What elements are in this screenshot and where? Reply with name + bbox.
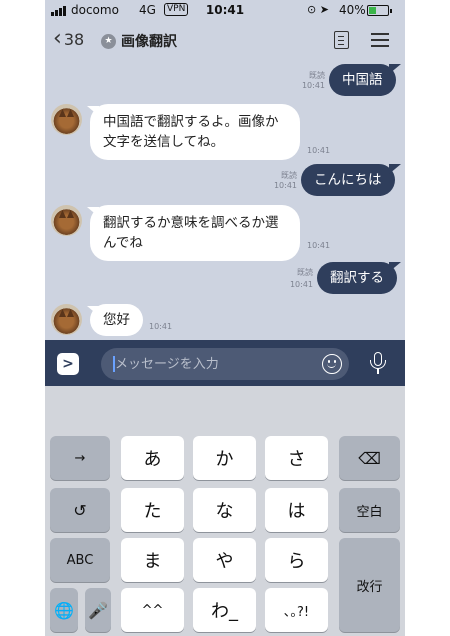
key-ma[interactable]: ま [121, 538, 184, 582]
bubble-tail [389, 64, 401, 74]
key-ya[interactable]: や [193, 538, 256, 582]
delete-icon[interactable]: ⌫ [339, 436, 400, 480]
message-bubble[interactable]: 中国語 [329, 64, 396, 96]
space-key[interactable]: 空白 [339, 488, 400, 532]
message-time: 10:41 [301, 81, 325, 90]
text-caret [113, 356, 115, 372]
battery-percent: 40% [339, 3, 366, 17]
next-candidate-key[interactable]: → [50, 436, 110, 480]
message-bubble[interactable]: 您好 [90, 304, 143, 336]
menu-icon[interactable] [371, 33, 389, 47]
message-bubble[interactable]: 翻訳するか意味を調べるか選 んでね [90, 205, 300, 261]
bubble-tail [389, 164, 401, 174]
location-icon: ⊙ ➤ [307, 3, 329, 16]
message-line: んでね [103, 235, 143, 251]
note-icon[interactable] [334, 31, 349, 49]
message-line: 翻訳するか意味を調べるか選 [103, 215, 279, 231]
key-ta[interactable]: た [121, 488, 184, 532]
message-time: 10:41 [273, 181, 297, 190]
message-bubble[interactable]: 中国語で翻訳するよ。画像か 文字を送信してね。 [90, 104, 300, 160]
key-sa[interactable]: さ [265, 436, 328, 480]
chat-title-group: ★ 画像翻訳 [101, 31, 177, 51]
message-time: 10:41 [307, 146, 331, 155]
read-receipt: 既読 [297, 268, 313, 277]
message-time: 10:41 [149, 322, 173, 331]
message-input[interactable] [101, 348, 349, 380]
avatar[interactable] [51, 205, 82, 236]
abc-key[interactable]: ABC [50, 538, 110, 582]
message-time: 10:41 [289, 280, 313, 289]
globe-icon[interactable]: 🌐 [50, 588, 78, 632]
message-bubble[interactable]: 翻訳する [317, 262, 397, 294]
key-a[interactable]: あ [121, 436, 184, 480]
message-line: 中国語で翻訳するよ。画像か [103, 114, 279, 130]
key-na[interactable]: な [193, 488, 256, 532]
undo-icon[interactable]: ↺ [50, 488, 110, 532]
read-receipt: 既読 [309, 71, 325, 80]
return-key[interactable]: 改行 [339, 538, 400, 632]
avatar[interactable] [51, 304, 82, 335]
expand-menu-button[interactable]: > [57, 353, 79, 375]
message-input-bar: > [45, 340, 405, 386]
read-receipt: 既読 [281, 171, 297, 180]
keyboard: → あ か さ ⌫ ↺ た な は 空白 ABC ま や ら 改行 🌐 🎤 ^^… [45, 386, 405, 636]
microphone-icon[interactable] [368, 352, 388, 376]
dictation-icon[interactable]: 🎤 [85, 588, 111, 632]
key-ra[interactable]: ら [265, 538, 328, 582]
chevron-left-icon: ‹ [53, 26, 62, 51]
chat-title: 画像翻訳 [121, 34, 177, 50]
emoticon-key[interactable]: ^^ [121, 588, 184, 632]
status-bar: docomo 4G VPN 10:41 ⊙ ➤ 40% [45, 0, 405, 20]
battery-icon [367, 5, 392, 16]
official-badge-icon: ★ [101, 33, 116, 49]
emoji-icon[interactable] [322, 354, 342, 374]
key-ha[interactable]: は [265, 488, 328, 532]
phone-screen: docomo 4G VPN 10:41 ⊙ ➤ 40% ‹ 38 ★ 画像翻訳 … [45, 0, 405, 636]
message-time: 10:41 [307, 241, 331, 250]
chat-header: ‹ 38 ★ 画像翻訳 [45, 20, 405, 62]
key-wa[interactable]: わ_ [193, 588, 256, 632]
message-line: 文字を送信してね。 [103, 134, 225, 150]
punctuation-key[interactable]: ､｡?! [265, 588, 328, 632]
back-button[interactable]: ‹ 38 [53, 28, 84, 50]
key-ka[interactable]: か [193, 436, 256, 480]
avatar[interactable] [51, 104, 82, 135]
back-count: 38 [63, 29, 85, 49]
message-bubble[interactable]: こんにちは [301, 164, 395, 196]
